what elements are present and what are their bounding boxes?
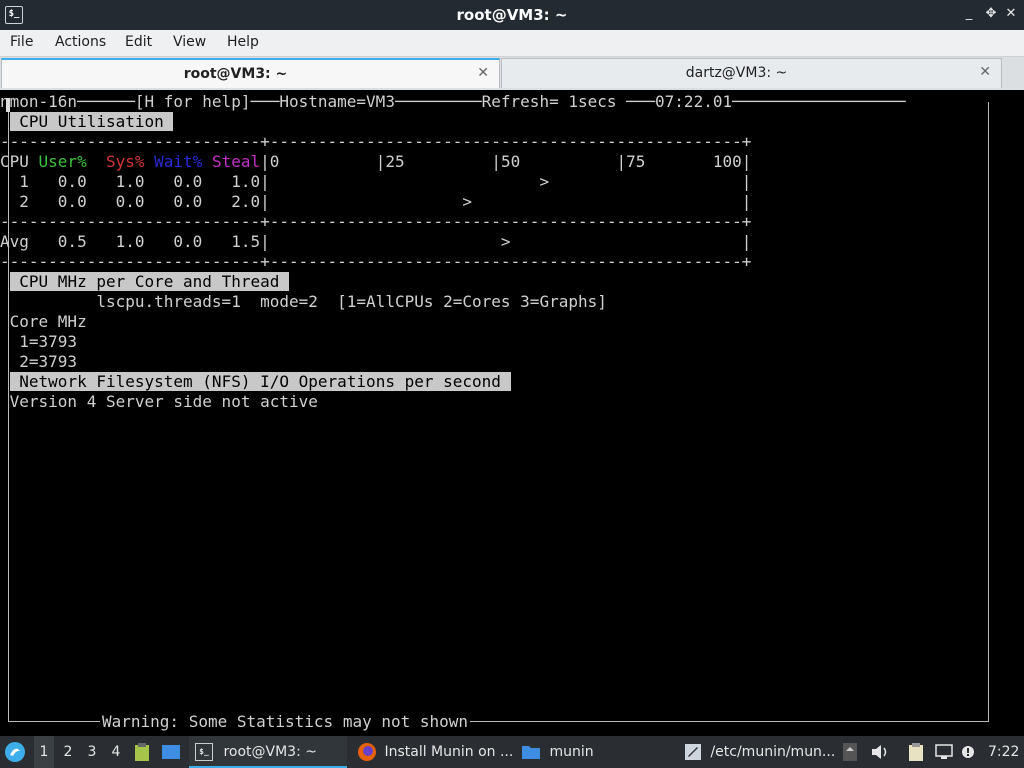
clipboard-tray-icon[interactable]: [907, 736, 929, 768]
tab-root[interactable]: root@VM3: ~ ✕: [1, 58, 500, 88]
clock[interactable]: 7:22: [988, 736, 1022, 768]
taskbar: 1 2 3 4 $_ root@VM3: ~ Install Munin on …: [0, 736, 1024, 768]
maximize-button[interactable]: ✥: [982, 6, 1000, 21]
window-title: root@VM3: ~: [456, 6, 568, 24]
task-label: root@VM3: ~: [223, 744, 317, 760]
tray-scroll-icon[interactable]: [843, 736, 859, 768]
tab-label: dartz@VM3: ~: [685, 65, 788, 81]
menu-help[interactable]: Help: [227, 34, 259, 50]
core-mhz-label: Core MHz: [0, 312, 87, 331]
clipboard-icon[interactable]: [133, 736, 155, 768]
core-mhz-2: 2=3793: [0, 352, 78, 371]
menu-actions[interactable]: Actions: [55, 34, 106, 50]
separator-line: ---------------------------+------------…: [0, 132, 752, 151]
task-firefox[interactable]: Install Munin on ...: [355, 736, 513, 768]
sys-col: Sys%: [105, 152, 145, 171]
folder-icon: [522, 746, 540, 759]
close-tab-icon[interactable]: ✕: [477, 65, 489, 81]
nmon-output: nmon-16n──────[H for help]───Hostname=VM…: [0, 92, 905, 412]
tab-label: root@VM3: ~: [183, 66, 288, 82]
desktop-2[interactable]: 2: [58, 736, 78, 768]
task-label: /etc/munin/mun...: [710, 744, 836, 760]
notifications-icon[interactable]: [961, 736, 979, 768]
user-col: User%: [38, 152, 87, 171]
nmon-topbar: nmon-16n──────[H for help]───Hostname=VM…: [0, 92, 906, 111]
minimize-button[interactable]: _: [960, 6, 978, 21]
cpu-mhz-title: CPU MHz per Core and Thread: [9, 272, 289, 291]
nmon-footer-warning: Warning: Some Statistics may not shown: [100, 712, 471, 732]
task-label: Install Munin on ...: [384, 744, 513, 760]
close-tab-icon[interactable]: ✕: [979, 64, 991, 80]
task-editor[interactable]: /etc/munin/mun...: [681, 736, 837, 768]
app-launcher-icon[interactable]: [4, 736, 30, 768]
separator-line: ---------------------------+------------…: [0, 252, 752, 271]
text-editor-icon: [685, 744, 701, 760]
volume-icon[interactable]: [870, 736, 892, 768]
close-window-button[interactable]: ✕: [1002, 6, 1020, 21]
task-label: munin: [549, 744, 594, 760]
nfs-title: Network Filesystem (NFS) I/O Operations …: [9, 372, 511, 391]
terminal-icon: $_: [195, 743, 213, 761]
core-mhz-1: 1=3793: [0, 332, 78, 351]
cpu-col: CPU: [0, 152, 39, 171]
menu-view[interactable]: View: [173, 34, 206, 50]
menu-file[interactable]: File: [10, 34, 33, 50]
show-desktop-icon[interactable]: [161, 736, 185, 768]
desktop-3[interactable]: 3: [82, 736, 102, 768]
cpu-row-1: 1 0.0 1.0 0.0 1.0| > |: [0, 172, 752, 191]
cursor: [6, 98, 10, 112]
cpu-utilisation-title: CPU Utilisation: [9, 112, 174, 131]
cpu-row-2: 2 0.0 0.0 0.0 2.0| > |: [0, 192, 752, 211]
terminal-area[interactable]: nmon-16n──────[H for help]───Hostname=VM…: [0, 90, 1024, 735]
window-titlebar[interactable]: $_ root@VM3: ~ _ ✥ ✕: [0, 0, 1024, 30]
desktop-4[interactable]: 4: [106, 736, 126, 768]
wait-col: Wait%: [154, 152, 203, 171]
lscpu-info: lscpu.threads=1 mode=2 [1=AllCPUs 2=Core…: [0, 292, 607, 311]
steal-col: Steal: [211, 152, 261, 171]
nfs-message: Version 4 Server side not active: [0, 392, 318, 411]
tab-dartz[interactable]: dartz@VM3: ~ ✕: [501, 58, 1002, 88]
cpu-avg-row: Avg 0.5 1.0 0.0 1.5| > |: [0, 232, 752, 251]
desktop-1[interactable]: 1: [34, 736, 54, 768]
separator-line: ---------------------------+------------…: [0, 212, 752, 231]
network-icon[interactable]: [934, 736, 956, 768]
firefox-icon: [358, 743, 376, 761]
menu-edit[interactable]: Edit: [125, 34, 152, 50]
cpu-scale: |0 |25 |50 |75 100|: [260, 152, 752, 171]
task-folder[interactable]: munin: [519, 736, 669, 768]
nmon-right-border: [988, 102, 989, 722]
task-terminal[interactable]: $_ root@VM3: ~: [189, 736, 347, 768]
tab-bar: root@VM3: ~ ✕ dartz@VM3: ~ ✕: [0, 57, 1024, 90]
menubar: File Actions Edit View Help: [0, 30, 1024, 57]
